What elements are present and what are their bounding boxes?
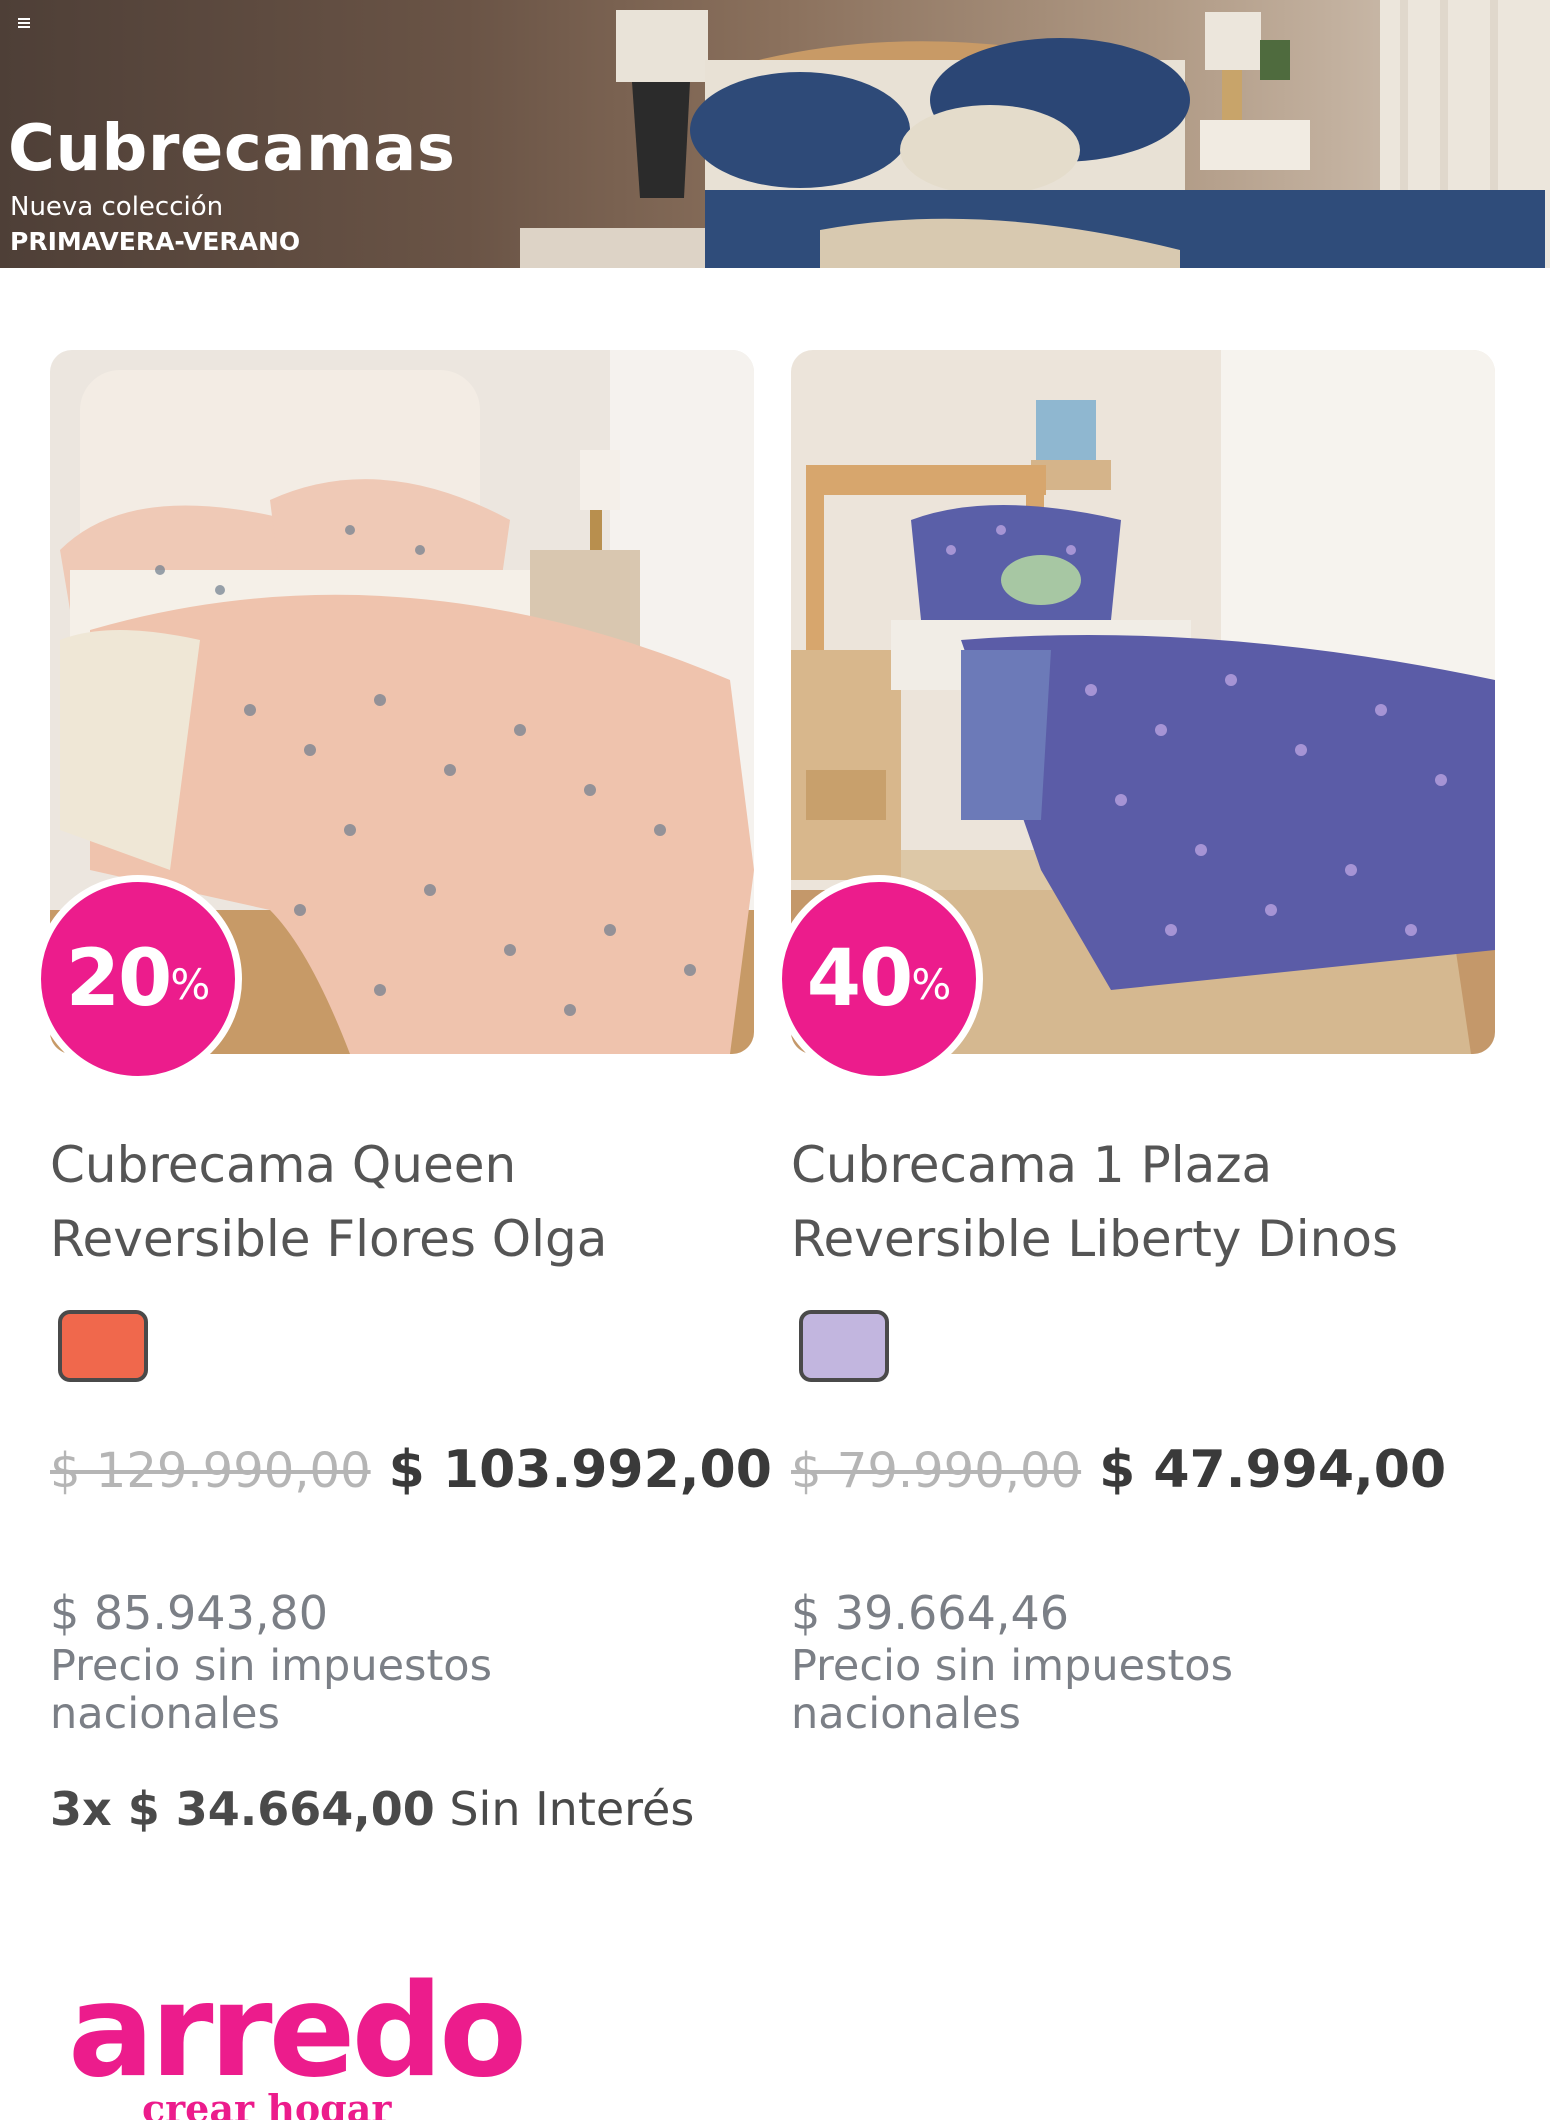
menu-icon[interactable]: [18, 18, 30, 28]
net-price-label: Precio sin impuestos nacionales: [50, 1641, 493, 1739]
brand-logo[interactable]: arredo crear hogar: [68, 1957, 527, 2120]
color-swatch[interactable]: [58, 1310, 148, 1382]
hero-banner[interactable]: Cubrecamas Nueva colección PRIMAVERA-VER…: [0, 0, 1550, 268]
product-card[interactable]: 20% Cubrecama Queen Reversible Flores Ol…: [34, 350, 772, 1836]
net-price: $ 39.664,46: [791, 1586, 1069, 1640]
banner-season: PRIMAVERA-VERANO: [10, 227, 301, 256]
banner-title: Cubrecamas: [8, 112, 456, 186]
original-price: $ 129.990,00: [50, 1443, 371, 1499]
banner-subtitle: Nueva colección: [10, 192, 224, 222]
price-row: $ 129.990,00 $ 103.992,00: [50, 1440, 772, 1500]
product-name[interactable]: Cubrecama 1 Plaza Reversible Liberty Din…: [791, 1128, 1511, 1276]
original-price: $ 79.990,00: [791, 1443, 1082, 1499]
brand-name: arredo: [68, 1957, 527, 2106]
sale-price: $ 103.992,00: [388, 1440, 772, 1500]
discount-badge: 20%: [34, 875, 242, 1083]
sale-price: $ 47.994,00: [1099, 1440, 1447, 1500]
color-swatch[interactable]: [799, 1310, 889, 1382]
product-name[interactable]: Cubrecama Queen Reversible Flores Olga: [50, 1128, 770, 1276]
net-price: $ 85.943,80: [50, 1586, 328, 1640]
price-row: $ 79.990,00 $ 47.994,00: [791, 1440, 1446, 1500]
brand-tagline: crear hogar: [142, 2086, 392, 2120]
installments: 3x $ 34.664,00 Sin Interés: [50, 1782, 695, 1836]
net-price-label: Precio sin impuestos nacionales: [791, 1641, 1234, 1739]
product-card[interactable]: 40% Cubrecama 1 Plaza Reversible Liberty…: [775, 350, 1495, 1738]
discount-badge: 40%: [775, 875, 983, 1083]
